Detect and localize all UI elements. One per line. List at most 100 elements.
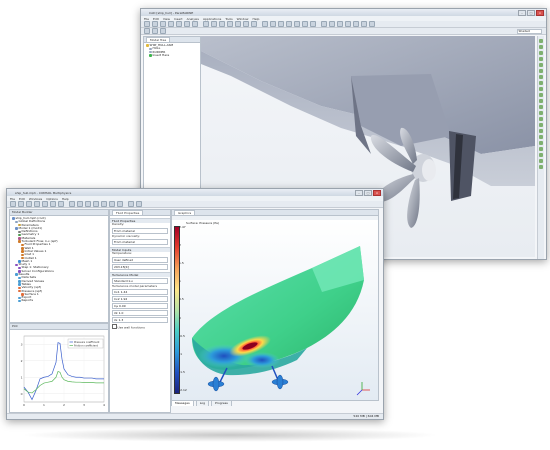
feature-icon[interactable] xyxy=(539,87,543,91)
feature-icon[interactable] xyxy=(539,159,543,163)
toolbar-button-icon[interactable] xyxy=(136,201,142,207)
menu-help[interactable]: Help xyxy=(253,17,260,21)
tab-model-tree[interactable]: Model Tree xyxy=(146,37,171,42)
menu-help[interactable]: Help xyxy=(62,197,69,201)
menu-edit[interactable]: Edit xyxy=(153,17,159,21)
feature-icon[interactable] xyxy=(539,51,543,55)
feature-icon[interactable] xyxy=(539,111,543,115)
toolbar-button-icon[interactable] xyxy=(184,21,190,27)
param-se-input[interactable]: σε 1.3 xyxy=(112,317,168,323)
toolbar-button-icon[interactable] xyxy=(26,201,32,207)
menu-windows[interactable]: Windows xyxy=(29,197,42,201)
model-tree-item[interactable]: Reports xyxy=(12,299,106,303)
toolbar-button-icon[interactable] xyxy=(262,21,268,27)
feature-icon[interactable] xyxy=(539,99,543,103)
toolbar-button-icon[interactable] xyxy=(251,21,257,27)
feature-icon[interactable] xyxy=(539,123,543,127)
feature-icon[interactable] xyxy=(539,105,543,109)
toolbar-button-icon[interactable] xyxy=(192,21,198,27)
toolbar-button-icon[interactable] xyxy=(235,21,241,27)
toolbar-button-icon[interactable] xyxy=(211,21,217,27)
feature-icon[interactable] xyxy=(539,57,543,61)
toolbar-button-icon[interactable] xyxy=(128,201,134,207)
toolbar-button-icon[interactable] xyxy=(168,21,174,27)
section-turbulence-model[interactable]: Turbulence Model xyxy=(110,271,170,277)
toolbar-button-icon[interactable] xyxy=(270,21,276,27)
toolbar-button-icon[interactable] xyxy=(93,201,99,207)
toolbar-button-icon[interactable] xyxy=(144,21,150,27)
toolbar-button-icon[interactable] xyxy=(329,21,335,27)
feature-icon[interactable] xyxy=(539,69,543,73)
toolbar-button-icon[interactable] xyxy=(294,21,300,27)
toolbar-button-icon[interactable] xyxy=(321,21,327,27)
checkbox-icon[interactable] xyxy=(112,324,117,329)
toolbar-button-icon[interactable] xyxy=(58,201,64,207)
turbulence-model-select[interactable]: Standard k-ε xyxy=(112,277,168,284)
tab-messages[interactable]: Messages xyxy=(171,400,194,406)
toolbar-button-icon[interactable] xyxy=(302,21,308,27)
view-icon[interactable] xyxy=(144,28,150,34)
menu-file[interactable]: File xyxy=(144,17,149,21)
menu-view[interactable]: View xyxy=(163,17,170,21)
feature-icon[interactable] xyxy=(539,39,543,43)
param-sk-input[interactable]: σk 1.0 xyxy=(112,310,168,316)
density-select[interactable]: From material xyxy=(112,227,168,234)
sketch-icon[interactable] xyxy=(152,28,158,34)
toolbar-button-icon[interactable] xyxy=(227,21,233,27)
datum-icon[interactable] xyxy=(160,28,166,34)
menu-options[interactable]: Options xyxy=(46,197,58,201)
feature-icon[interactable] xyxy=(539,129,543,133)
feature-icon[interactable] xyxy=(539,147,543,151)
feature-icon[interactable] xyxy=(539,117,543,121)
tree-item-insert-here[interactable]: Insert Here xyxy=(146,53,198,57)
tab-graphics[interactable]: Graphics xyxy=(174,210,196,215)
tab-progress[interactable]: Progress xyxy=(211,400,232,406)
graphics-canvas[interactable]: Surface: Pressure (Pa) 2.47 2 1.5 1 0.5 0 -0.5… xyxy=(172,220,378,400)
toolbar-button-icon[interactable] xyxy=(243,21,249,27)
toolbar-button-icon[interactable] xyxy=(286,21,292,27)
menu-applications[interactable]: Applications xyxy=(203,17,221,21)
param-cmu-input[interactable]: Cμ 0.09 xyxy=(112,303,168,309)
menu-file[interactable]: File xyxy=(10,197,15,201)
feature-icon[interactable] xyxy=(539,153,543,157)
toolbar-button-icon[interactable] xyxy=(310,21,316,27)
menu-tools[interactable]: Tools xyxy=(225,17,232,21)
param-ce2-input[interactable]: Cε2 1.92 xyxy=(112,296,168,302)
toolbar-button-icon[interactable] xyxy=(109,201,115,207)
toolbar-button-icon[interactable] xyxy=(337,21,343,27)
tab-log[interactable]: Log xyxy=(195,400,210,406)
toolbar-button-icon[interactable] xyxy=(203,21,209,27)
param-ce1-input[interactable]: Cε1 1.44 xyxy=(112,289,168,295)
feature-icon[interactable] xyxy=(539,75,543,79)
toolbar-button-icon[interactable] xyxy=(160,21,166,27)
toolbar-button-icon[interactable] xyxy=(10,201,16,207)
toolbar-button-icon[interactable] xyxy=(219,21,225,27)
toolbar-button-icon[interactable] xyxy=(77,201,83,207)
feature-icon[interactable] xyxy=(539,141,543,145)
temperature-select[interactable]: User defined xyxy=(112,256,168,263)
toolbar-button-icon[interactable] xyxy=(152,21,158,27)
temperature-input[interactable]: 293.15[K] xyxy=(112,263,168,270)
feature-icon[interactable] xyxy=(539,165,543,169)
toolbar-button-icon[interactable] xyxy=(42,201,48,207)
toolbar-button-icon[interactable] xyxy=(369,21,375,27)
menu-window[interactable]: Window xyxy=(237,17,249,21)
menu-analysis[interactable]: Analysis xyxy=(187,17,199,21)
feature-icon[interactable] xyxy=(539,45,543,49)
tab-fluid-properties[interactable]: Fluid Properties xyxy=(112,210,144,215)
toolbar-button-icon[interactable] xyxy=(69,201,75,207)
feature-icon[interactable] xyxy=(539,93,543,97)
toolbar-button-icon[interactable] xyxy=(361,21,367,27)
feature-icon[interactable] xyxy=(539,135,543,139)
display-style-select[interactable]: Shaded xyxy=(516,28,542,34)
toolbar-button-icon[interactable] xyxy=(50,201,56,207)
menu-edit[interactable]: Edit xyxy=(19,197,25,201)
menu-insert[interactable]: Insert xyxy=(174,17,183,21)
feature-icon[interactable] xyxy=(539,63,543,67)
toolbar-button-icon[interactable] xyxy=(353,21,359,27)
toolbar-button-icon[interactable] xyxy=(345,21,351,27)
toolbar-button-icon[interactable] xyxy=(85,201,91,207)
feature-icon[interactable] xyxy=(539,81,543,85)
toolbar-button-icon[interactable] xyxy=(176,21,182,27)
viscosity-select[interactable]: From material xyxy=(112,239,168,245)
